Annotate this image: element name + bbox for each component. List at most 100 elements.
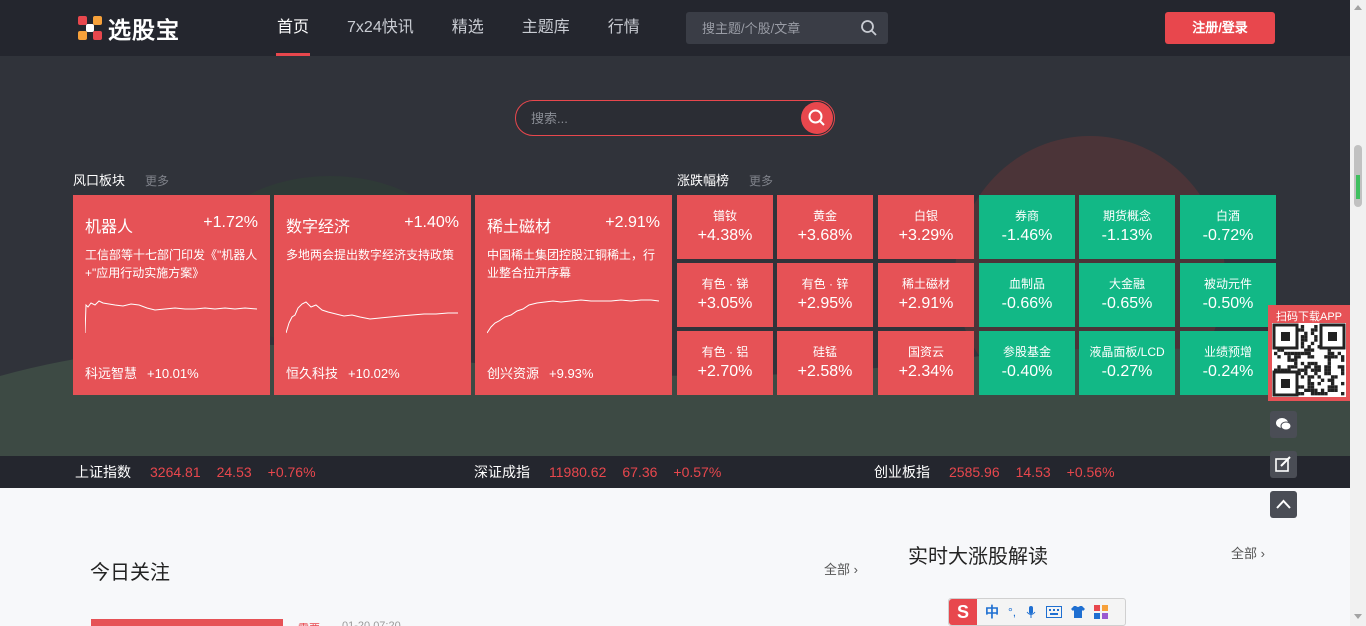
article-thumbnail[interactable] xyxy=(91,619,283,626)
mover-change: +2.58% xyxy=(797,363,853,380)
chevron-right-icon: › xyxy=(853,562,858,577)
index-change: 67.36 xyxy=(622,464,658,480)
mover-tile[interactable]: 期货概念 -1.13% xyxy=(1079,195,1175,259)
index-ticker: 上证指数 3264.81 24.53 +0.76% 深证成指 11980.62 67.36… xyxy=(0,456,1350,488)
index-item[interactable]: 上证指数 3264.81 24.53 +0.76% xyxy=(75,456,316,488)
page-scrollbar[interactable] xyxy=(1350,0,1366,626)
sector-top-stock[interactable]: 创兴资源 +9.93% xyxy=(487,363,593,382)
sector-card[interactable]: 机器人 +1.72% 工信部等十七部门印发《"机器人+"应用行动实施方案》 科远… xyxy=(73,195,270,395)
mover-tile[interactable]: 白酒 -0.72% xyxy=(1180,195,1276,259)
mover-change: -1.13% xyxy=(1101,227,1153,244)
scroll-down-arrow-icon[interactable] xyxy=(1354,614,1362,619)
mover-tile[interactable]: 黄金 +3.68% xyxy=(777,195,873,259)
mover-tile[interactable]: 稀土磁材 +2.91% xyxy=(878,263,974,327)
wechat-button[interactable] xyxy=(1270,411,1297,438)
mover-name: 大金融 xyxy=(1108,277,1145,291)
main-search-input[interactable] xyxy=(516,101,796,135)
mover-name: 血制品 xyxy=(1008,277,1045,291)
toolbox-grid-icon[interactable] xyxy=(1094,605,1109,619)
sector-news: 多地两会提出数字经济支持政策 xyxy=(286,248,455,262)
sector-more-link[interactable]: 更多 xyxy=(145,172,169,189)
mover-tile[interactable]: 业绩预增 -0.24% xyxy=(1180,331,1276,395)
movers-more-link[interactable]: 更多 xyxy=(749,172,773,189)
mover-change: +3.68% xyxy=(797,227,853,244)
back-to-top-button[interactable] xyxy=(1270,491,1297,518)
mover-tile[interactable]: 血制品 -0.66% xyxy=(979,263,1075,327)
index-item[interactable]: 深证成指 11980.62 67.36 +0.57% xyxy=(474,456,721,488)
ime-language[interactable]: 中 xyxy=(985,602,999,622)
live-surge-all-link[interactable]: 全部 › xyxy=(1231,543,1265,562)
index-item[interactable]: 创业板指 2585.96 14.53 +0.56% xyxy=(874,456,1115,488)
mover-name: 券商 xyxy=(1014,209,1039,223)
qr-label: 扫码下载APP xyxy=(1275,311,1342,323)
sector-top-stock[interactable]: 恒久科技 +10.02% xyxy=(286,363,400,382)
mover-change: +3.05% xyxy=(697,295,753,312)
mover-change: +2.34% xyxy=(898,363,954,380)
mover-change: -0.27% xyxy=(1101,363,1153,380)
mover-name: 被动元件 xyxy=(1203,277,1252,291)
sector-top-stock[interactable]: 科远智慧 +10.01% xyxy=(85,363,199,382)
top-search-input[interactable] xyxy=(686,12,846,44)
top-search-box xyxy=(686,12,888,44)
mover-tile[interactable]: 国资云 +2.34% xyxy=(878,331,974,395)
skin-shirt-icon[interactable] xyxy=(1070,605,1086,619)
index-percent: +0.57% xyxy=(673,464,722,480)
sector-card[interactable]: 稀土磁材 +2.91% 中国稀土集团控股江铜稀土，行业整合拉开序幕 创兴资源 +9… xyxy=(475,195,672,395)
search-icon xyxy=(808,109,825,126)
sector-sparkline xyxy=(487,299,660,334)
ime-punctuation[interactable]: °, xyxy=(1008,605,1016,619)
mover-name: 业绩预增 xyxy=(1203,345,1252,359)
nav-market[interactable]: 行情 xyxy=(589,0,659,56)
app-download-qr[interactable]: 扫码下载APP xyxy=(1268,305,1350,401)
nav-7x24-news[interactable]: 7x24快讯 xyxy=(328,0,433,56)
sector-name: 稀土磁材 xyxy=(487,219,552,236)
mover-tile[interactable]: 被动元件 -0.50% xyxy=(1180,263,1276,327)
keyboard-icon[interactable] xyxy=(1046,606,1063,618)
ime-toolbar[interactable]: S 中 °, xyxy=(948,598,1126,626)
index-name: 深证成指 xyxy=(474,464,530,480)
nav-home[interactable]: 首页 xyxy=(258,0,328,56)
mover-change: -0.40% xyxy=(1001,363,1053,380)
mover-tile[interactable]: 券商 -1.46% xyxy=(979,195,1075,259)
mover-tile[interactable]: 白银 +3.29% xyxy=(878,195,974,259)
mover-tile[interactable]: 有色 · 铝 +2.70% xyxy=(677,331,773,395)
mover-tile[interactable]: 大金融 -0.65% xyxy=(1079,263,1175,327)
microphone-icon[interactable] xyxy=(1024,605,1038,619)
top-navbar: 选股宝 首页 7x24快讯 精选 主题库 行情 注册/登录 xyxy=(0,0,1350,56)
sector-section-title: 风口板块 xyxy=(73,173,126,188)
main-search-button[interactable] xyxy=(801,102,833,134)
sector-sparkline xyxy=(85,300,258,334)
mover-name: 稀土磁材 xyxy=(901,277,950,291)
mover-change: -0.50% xyxy=(1202,295,1254,312)
sector-name: 机器人 xyxy=(85,219,134,236)
mover-name: 镨钕 xyxy=(712,209,737,223)
mover-change: +4.38% xyxy=(697,227,753,244)
mover-tile[interactable]: 镨钕 +4.38% xyxy=(677,195,773,259)
feedback-button[interactable] xyxy=(1270,451,1297,478)
index-value: 3264.81 xyxy=(150,464,201,480)
nav-featured[interactable]: 精选 xyxy=(433,0,503,56)
scroll-up-arrow-icon[interactable] xyxy=(1354,5,1362,10)
register-login-button[interactable]: 注册/登录 xyxy=(1165,12,1275,44)
mover-change: -0.66% xyxy=(1001,295,1053,312)
scrollbar-marker xyxy=(1356,175,1360,199)
mover-tile[interactable]: 有色 · 锑 +3.05% xyxy=(677,263,773,327)
mover-tile[interactable]: 液晶面板/LCD -0.27% xyxy=(1079,331,1175,395)
main-search-box xyxy=(515,100,835,136)
mover-name: 期货概念 xyxy=(1102,209,1151,223)
mover-change: -0.72% xyxy=(1202,227,1254,244)
live-surge-title: 实时大涨股解读 xyxy=(908,546,1048,568)
mover-tile[interactable]: 有色 · 锌 +2.95% xyxy=(777,263,873,327)
sector-card[interactable]: 数字经济 +1.40% 多地两会提出数字经济支持政策 恒久科技 +10.02% xyxy=(274,195,471,395)
chevron-up-icon xyxy=(1276,499,1291,509)
mover-name: 有色 · 锑 xyxy=(701,277,749,291)
site-logo[interactable]: 选股宝 xyxy=(78,14,180,43)
logo-text: 选股宝 xyxy=(108,17,180,43)
search-icon[interactable] xyxy=(860,19,878,37)
today-focus-all-link[interactable]: 全部 › xyxy=(824,559,858,578)
mover-tile[interactable]: 硅锰 +2.58% xyxy=(777,331,873,395)
index-value: 11980.62 xyxy=(549,464,607,480)
sector-news: 工信部等十七部门印发《"机器人+"应用行动实施方案》 xyxy=(85,248,258,280)
nav-theme-library[interactable]: 主题库 xyxy=(503,0,589,56)
mover-tile[interactable]: 参股基金 -0.40% xyxy=(979,331,1075,395)
